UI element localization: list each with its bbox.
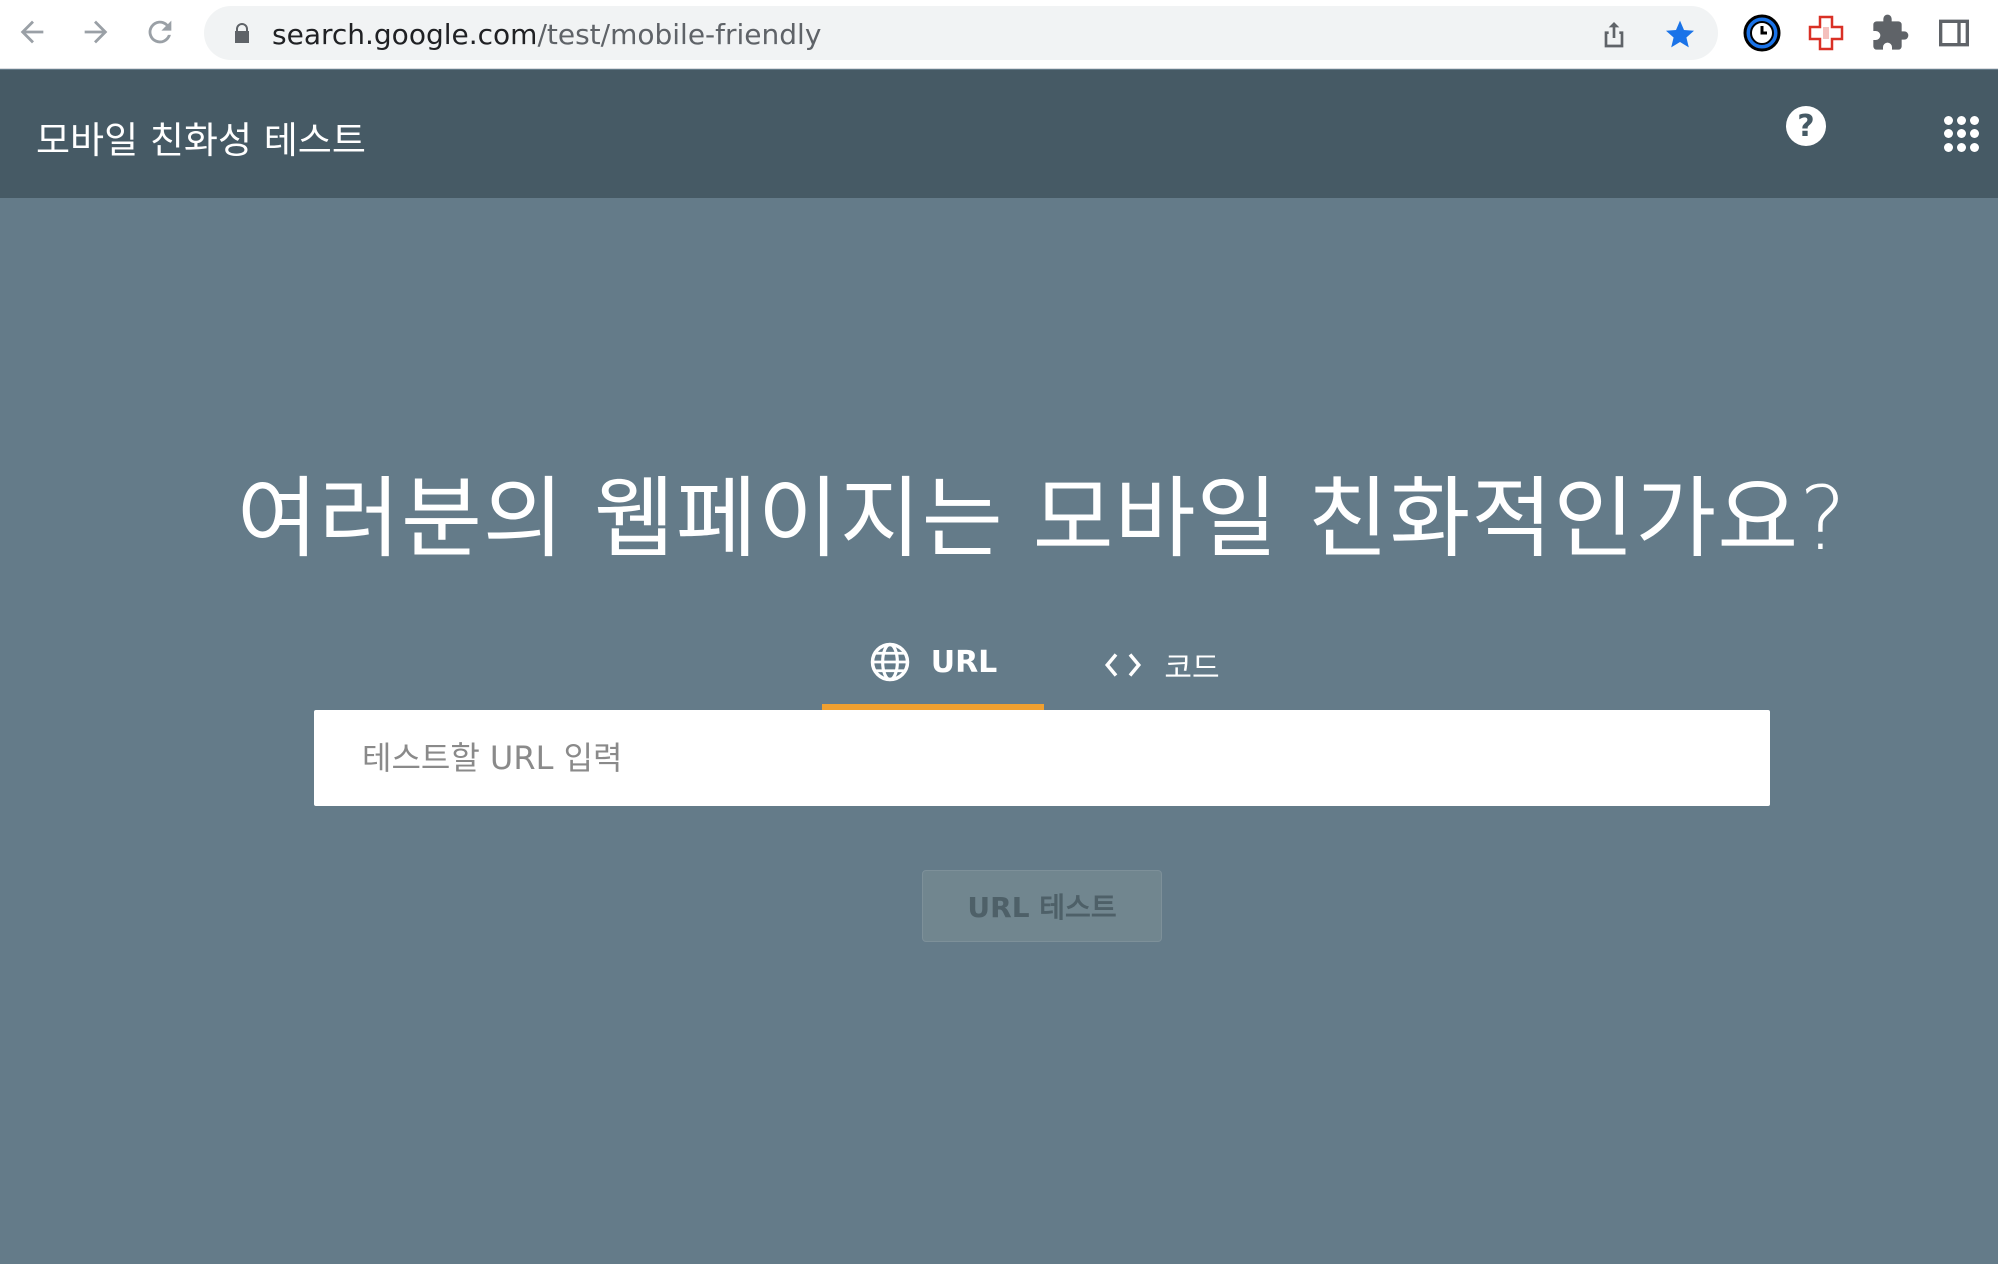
address-bar[interactable]: search.google.com/test/mobile-friendly bbox=[204, 6, 1718, 60]
red-cross-extension-icon[interactable] bbox=[1806, 13, 1846, 53]
apps-grid-dot bbox=[1944, 116, 1953, 125]
reload-icon bbox=[148, 20, 172, 44]
apps-grid-dot bbox=[1944, 142, 1953, 152]
tab-code[interactable]: 코드 bbox=[1086, 620, 1236, 710]
app-header: 모바일 친화성 테스트 bbox=[0, 70, 1998, 198]
share-icon[interactable] bbox=[1598, 18, 1630, 50]
apps-grid-dot bbox=[1957, 142, 1966, 152]
apps-grid-dot bbox=[1970, 129, 1979, 139]
apps-grid-dot bbox=[1944, 129, 1953, 139]
reload-button[interactable] bbox=[140, 12, 180, 52]
clock-extension-icon[interactable] bbox=[1742, 13, 1782, 53]
help-button[interactable]: ? bbox=[1786, 106, 1826, 146]
tab-url-label: URL bbox=[930, 644, 998, 680]
side-panel-icon[interactable] bbox=[1934, 13, 1974, 53]
app-title[interactable]: 모바일 친화성 테스트 bbox=[36, 110, 366, 164]
apps-grid-dot bbox=[1970, 142, 1979, 152]
browser-toolbar: search.google.com/test/mobile-friendly bbox=[0, 0, 1998, 69]
forward-arrow-icon bbox=[84, 20, 108, 44]
back-arrow-icon bbox=[20, 20, 44, 44]
url-path: /test/mobile-friendly bbox=[537, 18, 822, 51]
page-headline: 여러분의 웹페이지는 모바일 친화적인가요? bbox=[237, 467, 1847, 570]
lock-icon[interactable] bbox=[230, 21, 254, 45]
test-url-button[interactable]: URL 테스트 bbox=[922, 870, 1162, 942]
help-icon: ? bbox=[1797, 108, 1815, 144]
apps-grid-dot bbox=[1957, 129, 1966, 139]
back-button[interactable] bbox=[12, 12, 52, 52]
apps-grid-dot bbox=[1970, 116, 1979, 125]
globe-icon bbox=[870, 642, 909, 682]
google-apps-button[interactable] bbox=[1944, 116, 1980, 152]
apps-grid-dot bbox=[1957, 116, 1966, 125]
puzzle-extensions-icon[interactable] bbox=[1870, 13, 1910, 53]
url-text[interactable]: search.google.com/test/mobile-friendly bbox=[272, 18, 821, 51]
forward-button[interactable] bbox=[76, 12, 116, 52]
tab-code-label: 코드 bbox=[1164, 651, 1220, 686]
tab-url[interactable]: URL bbox=[822, 620, 1044, 710]
url-input[interactable] bbox=[314, 710, 1770, 806]
url-domain: search.google.com bbox=[272, 18, 538, 51]
star-icon[interactable] bbox=[1664, 18, 1696, 50]
code-brackets-icon bbox=[1105, 653, 1142, 677]
